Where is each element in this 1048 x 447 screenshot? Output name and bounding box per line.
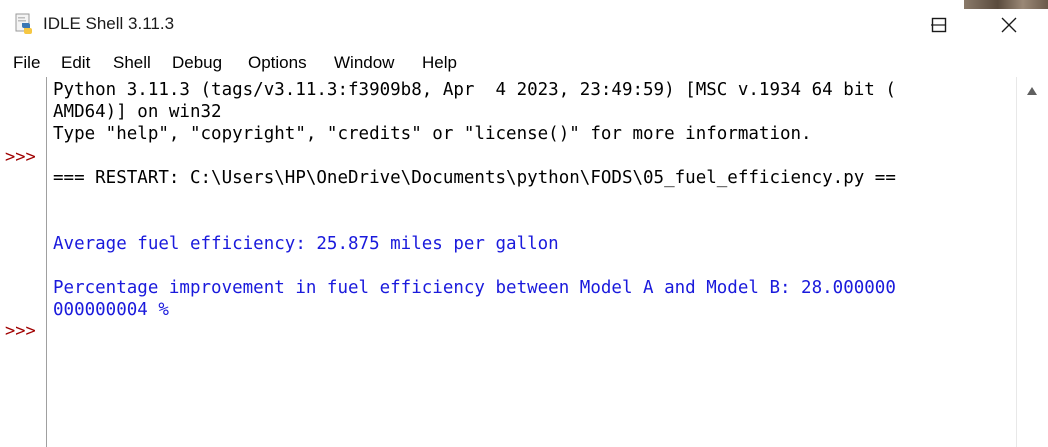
- menu-debug[interactable]: Debug: [172, 53, 222, 73]
- shell-prompt-current: >>>: [5, 321, 36, 341]
- close-icon: [1001, 17, 1017, 33]
- menu-help[interactable]: Help: [422, 53, 457, 73]
- output-line-percentage: Percentage improvement in fuel efficienc…: [53, 278, 896, 298]
- vertical-scrollbar[interactable]: [1016, 77, 1048, 447]
- shell-area: >>> >>> Python 3.11.3 (tags/v3.11.3:f390…: [0, 77, 1048, 447]
- menu-bar: File Edit Shell Debug Options Window Hel…: [0, 50, 1048, 77]
- output-line-average: Average fuel efficiency: 25.875 miles pe…: [53, 234, 559, 254]
- maximize-button[interactable]: [921, 0, 967, 50]
- banner-line-3: Type "help", "copyright", "credits" or "…: [53, 124, 812, 144]
- scroll-up-arrow-icon[interactable]: [1026, 86, 1038, 96]
- maximize-icon: [931, 17, 947, 33]
- prompt-gutter: >>> >>>: [0, 77, 47, 447]
- menu-options[interactable]: Options: [248, 53, 307, 73]
- title-bar[interactable]: IDLE Shell 3.11.3: [0, 0, 1048, 50]
- menu-file[interactable]: File: [13, 53, 40, 73]
- window-title: IDLE Shell 3.11.3: [43, 14, 175, 33]
- close-button[interactable]: [986, 0, 1032, 50]
- menu-window[interactable]: Window: [334, 53, 394, 73]
- banner-line-2: AMD64)] on win32: [53, 102, 222, 122]
- python-idle-icon: [13, 13, 35, 35]
- banner-line-1: Python 3.11.3 (tags/v3.11.3:f3909b8, Apr…: [53, 80, 896, 100]
- restart-line: === RESTART: C:\Users\HP\OneDrive\Docume…: [53, 168, 896, 188]
- menu-edit[interactable]: Edit: [61, 53, 90, 73]
- shell-prompt: >>>: [5, 147, 36, 167]
- menu-shell[interactable]: Shell: [113, 53, 151, 73]
- output-line-percentage-wrap: 000000004 %: [53, 300, 169, 320]
- shell-text[interactable]: Python 3.11.3 (tags/v3.11.3:f3909b8, Apr…: [47, 77, 1015, 447]
